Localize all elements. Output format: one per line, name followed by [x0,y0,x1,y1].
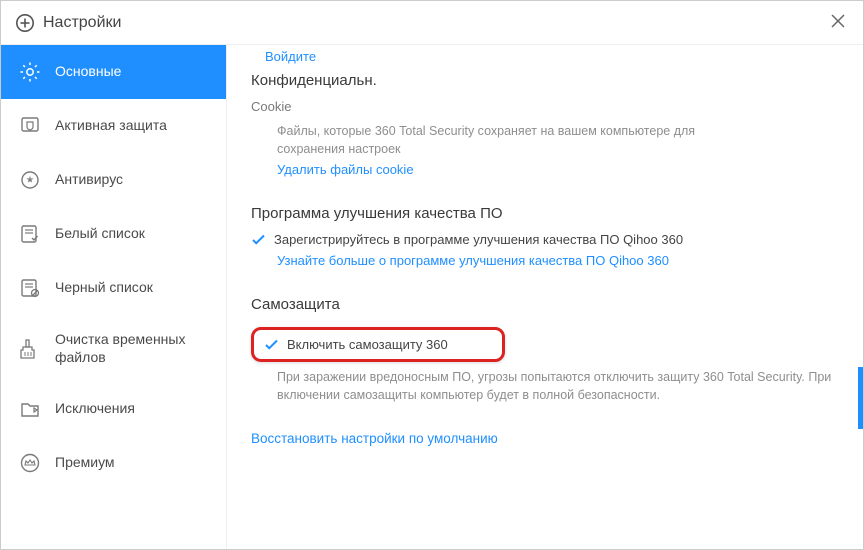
checkbox-checked-icon [264,337,279,352]
sidebar-item-label: Основные [55,63,121,81]
cleanup-icon [19,338,41,360]
sidebar-item-cleanup[interactable]: Очистка временных файлов [1,315,226,382]
scroll-indicator [858,367,863,429]
privacy-heading: Конфиденциальн. [251,72,833,89]
body: Основные Активная защита Антивирус Белый… [1,45,863,549]
blacklist-icon [19,277,41,299]
sidebar-item-exclusions[interactable]: Исключения [1,382,226,436]
cookie-description: Файлы, которые 360 Total Security сохран… [277,122,742,158]
sidebar-item-label: Активная защита [55,117,167,135]
selfprotect-checkbox-label: Включить самозащиту 360 [287,337,448,352]
cookie-subheading: Cookie [251,99,833,114]
delete-cookies-link[interactable]: Удалить файлы cookie [277,162,414,177]
checkbox-checked-icon [251,232,266,247]
app-icon [15,13,35,33]
login-link[interactable]: Войдите [251,49,833,64]
selfprotect-description: При заражении вредоносным ПО, угрозы поп… [277,368,833,404]
close-button[interactable] [827,8,849,37]
improvement-checkbox-row[interactable]: Зарегистрируйтесь в программе улучшения … [251,232,833,247]
sidebar-item-whitelist[interactable]: Белый список [1,207,226,261]
selfprotect-heading: Самозащита [251,296,833,313]
improvement-heading: Программа улучшения качества ПО [251,205,833,222]
folder-icon [19,398,41,420]
sidebar-item-label: Черный список [55,279,153,297]
crown-icon [19,452,41,474]
content-panel: Войдите Конфиденциальн. Cookie Файлы, ко… [227,45,863,549]
selfprotect-checkbox-row[interactable]: Включить самозащиту 360 [251,327,505,362]
sidebar-item-label: Антивирус [55,171,123,189]
sidebar-item-general[interactable]: Основные [1,45,226,99]
restore-defaults-link[interactable]: Восстановить настройки по умолчанию [251,431,498,446]
sidebar: Основные Активная защита Антивирус Белый… [1,45,227,549]
titlebar: Настройки [1,1,863,45]
sidebar-item-label: Очистка временных файлов [55,331,208,366]
antivirus-icon [19,169,41,191]
whitelist-icon [19,223,41,245]
sidebar-item-antivirus[interactable]: Антивирус [1,153,226,207]
window-title: Настройки [43,14,121,32]
sidebar-item-label: Премиум [55,454,115,472]
sidebar-item-premium[interactable]: Премиум [1,436,226,490]
improvement-checkbox-label: Зарегистрируйтесь в программе улучшения … [274,232,683,247]
gear-icon [19,61,41,83]
shield-icon [19,115,41,137]
sidebar-item-active-protection[interactable]: Активная защита [1,99,226,153]
settings-window: Настройки Основные Активная защита [0,0,864,550]
sidebar-item-label: Исключения [55,400,135,418]
sidebar-item-label: Белый список [55,225,145,243]
improvement-learn-more-link[interactable]: Узнайте больше о программе улучшения кач… [277,253,669,268]
sidebar-item-blacklist[interactable]: Черный список [1,261,226,315]
